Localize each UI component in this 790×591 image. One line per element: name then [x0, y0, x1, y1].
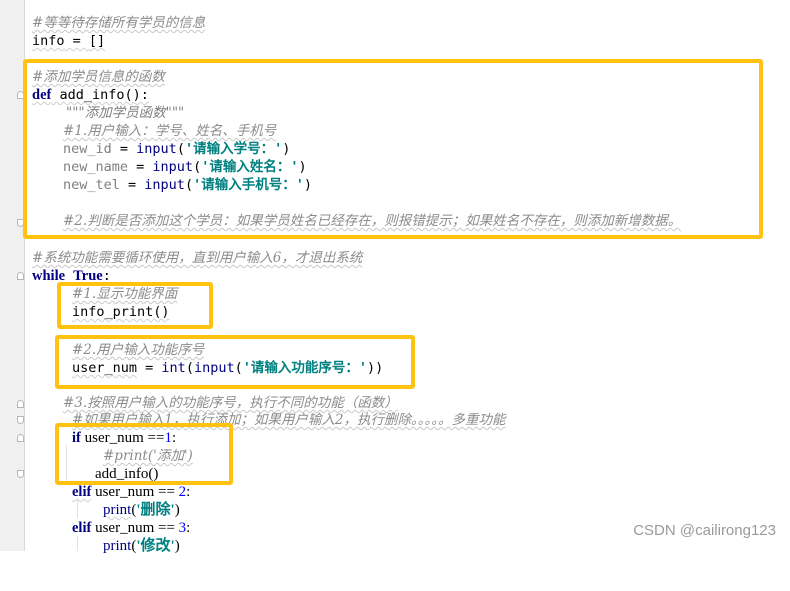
code-comment: #3.按照用户输入的功能序号，执行不同的功能（函数）: [63, 395, 398, 411]
code-statement: print('修改'): [103, 538, 180, 554]
code-line: #等等待存储所有学员的信息: [0, 14, 205, 32]
code-line: info = []: [0, 32, 105, 50]
code-line: #系统功能需要循环使用，直到用户输入6，才退出系统: [0, 249, 362, 267]
indent-guide: [77, 536, 78, 551]
highlight-box-user-input: [55, 335, 415, 389]
code-comment: #系统功能需要循环使用，直到用户输入6，才退出系统: [32, 250, 363, 266]
elif-statement: elif user_num == 3:: [72, 520, 191, 536]
highlight-box-info-print: [57, 282, 213, 329]
code-line: #如果用户输入1，执行添加；如果用户输入2，执行删除。。。。。多重功能: [0, 411, 506, 429]
code-line: user_num = int(input('请输入功能序号：')): [0, 359, 383, 377]
highlight-box-add-info-function: [23, 59, 763, 239]
watermark: CSDN @cailirong123: [633, 522, 776, 539]
code-line: add_info(): [0, 465, 158, 483]
code-line: #1.显示功能界面: [0, 285, 177, 303]
code-line: #2.用户输入功能序号: [0, 341, 204, 359]
code-line: if user_num ==1:: [0, 429, 176, 447]
code-line: elif user_num == 3:: [0, 519, 190, 537]
code-line: print('修改'): [0, 537, 180, 555]
elif-statement: elif user_num == 2:: [72, 484, 191, 500]
code-comment: #等等待存储所有学员的信息: [32, 15, 206, 31]
indent-guide: [77, 500, 78, 518]
code-editor[interactable]: #等等待存储所有学员的信息 info = [] #添加学员信息的函数 def a…: [0, 0, 790, 554]
code-line: #print('添加'): [0, 447, 193, 465]
code-line: #3.按照用户输入的功能序号，执行不同的功能（函数）: [0, 394, 398, 412]
code-line: while True:: [0, 267, 111, 285]
code-line: print('删除'): [0, 501, 180, 519]
code-statement: info = []: [32, 33, 106, 49]
code-line: info_print(): [0, 303, 170, 321]
highlight-box-if-branch: [55, 423, 233, 485]
code-line: elif user_num == 2:: [0, 483, 190, 501]
code-statement: print('删除'): [103, 502, 180, 518]
